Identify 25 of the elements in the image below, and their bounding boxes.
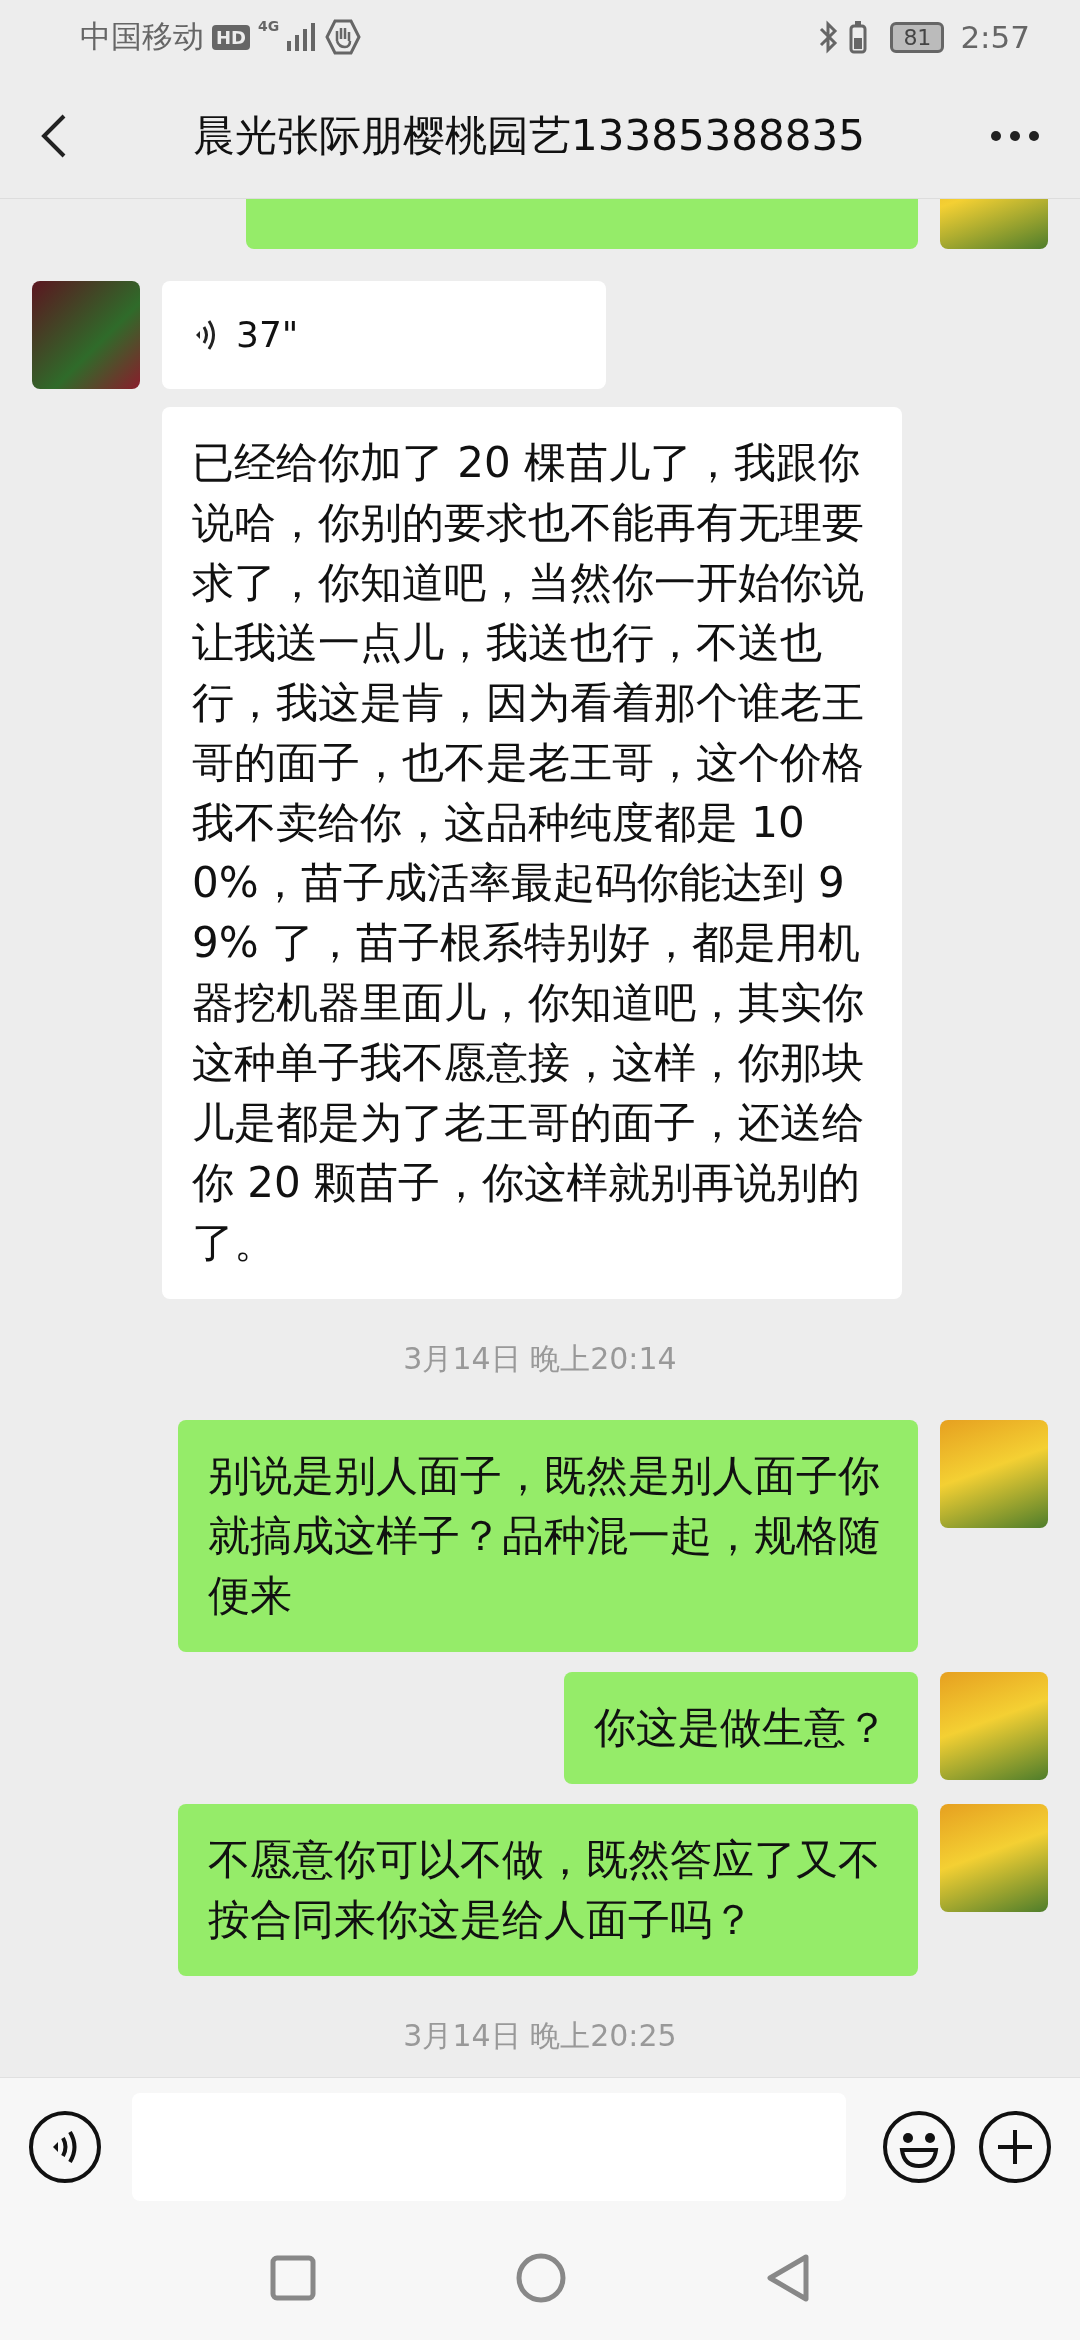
- more-icon[interactable]: [990, 129, 1040, 142]
- message-bubble: 别说是别人面子，既然是别人面子你就搞成这样子？品种混一起，规格随便来: [178, 1419, 918, 1652]
- battery-level: 81: [890, 21, 945, 53]
- voice-duration: 37": [236, 312, 299, 357]
- carrier-name: 中国移动: [80, 17, 204, 57]
- network-type: 4G: [258, 18, 280, 34]
- timestamp: 3月14日 晚上20:14: [402, 1339, 678, 1378]
- back-nav-icon[interactable]: [766, 2253, 810, 2304]
- vibrate-icon: [848, 20, 869, 55]
- clock-time: 2:57: [960, 19, 1030, 56]
- add-icon[interactable]: [978, 2110, 1052, 2185]
- timestamp: 3月14日 晚上20:25: [402, 2016, 678, 2055]
- message-bubble: 你这是做生意？: [564, 1671, 918, 1784]
- back-icon[interactable]: [40, 112, 68, 159]
- home-icon[interactable]: [516, 2253, 566, 2304]
- chat-title: 晨光张际朋樱桃园艺13385388835: [192, 109, 866, 162]
- recent-apps-icon[interactable]: [270, 2255, 316, 2302]
- message-bubble: 不愿意你可以不做，既然答应了又不按合同来你这是给人面子吗？: [178, 1803, 918, 1976]
- signal-icon: [287, 23, 318, 52]
- message-bubble: 已经给你加了 20 棵苗儿了，我跟你说哈，你别的要求也不能再有无理要求了，你知道吧，当然你一开始你说让我送一点儿，我送也行，不送也行，我这是肯，因为看着那个谁老王哥的面子，也不是老王哥，这个价格我不卖给你，这品种纯度都是 100%，苗子成活率最起码你能达到 99% 了，苗子根系特别好，都是用机器挖机器里面儿，你知道吧，其实你这种单子我不愿意接，这样，你那块儿是都是为了老王哥的面子，还送给你 20 颗苗子，你这样就别再说别的了。: [162, 406, 902, 1299]
- voice-message-bubble[interactable]: 37": [162, 280, 606, 389]
- emoji-icon[interactable]: [882, 2110, 956, 2185]
- voice-input-icon[interactable]: [28, 2110, 102, 2185]
- hand-icon: [325, 19, 362, 56]
- hd-badge: HD: [212, 24, 250, 50]
